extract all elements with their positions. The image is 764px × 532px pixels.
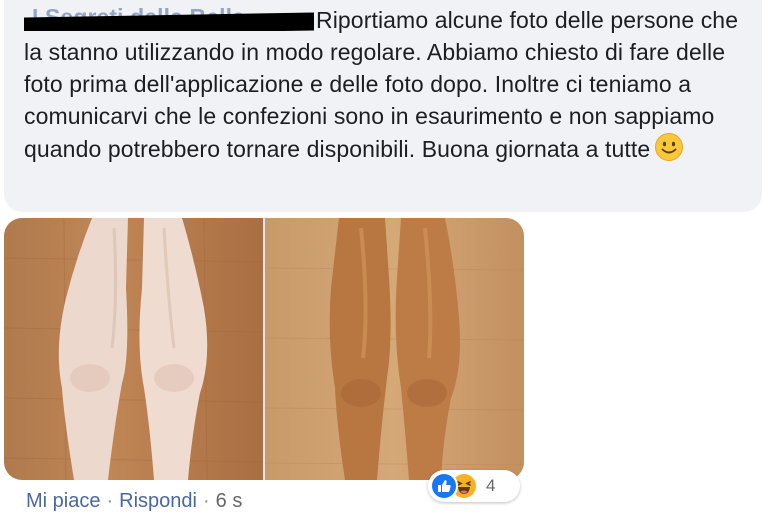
reaction-count: 4 [486, 476, 496, 495]
reactions-summary[interactable]: 4 [428, 470, 520, 502]
slightly-smiling-face-emoji [654, 132, 684, 162]
comment-photo-attachment[interactable] [4, 218, 524, 480]
comment-bubble: I Segreti della Bella Riportiamo alcune … [4, 0, 762, 212]
separator-dot: · [202, 490, 210, 512]
comment-timestamp[interactable]: 6 s [216, 490, 243, 512]
reply-button[interactable]: Rispondi [119, 490, 197, 512]
comment-author-link[interactable]: I Segreti della Bella [24, 7, 314, 31]
like-button[interactable]: Mi piace [26, 490, 100, 512]
comment-actions: Mi piace · Rispondi · 6 s [26, 490, 242, 513]
comment-text-block: I Segreti della Bella Riportiamo alcune … [24, 4, 748, 165]
legs-before-photo[interactable] [4, 218, 263, 480]
legs-after-photo[interactable] [265, 218, 524, 480]
like-icon [430, 472, 458, 500]
separator-dot: · [106, 490, 114, 512]
